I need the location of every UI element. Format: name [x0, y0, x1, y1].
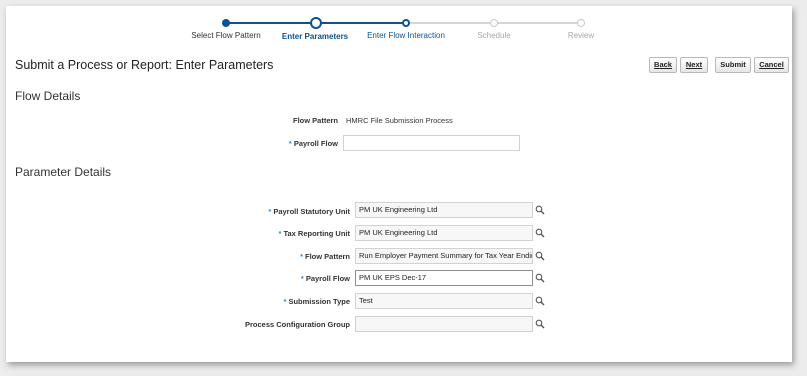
train-label-select-flow-pattern[interactable]: Select Flow Pattern — [191, 31, 260, 40]
train-label-review: Review — [567, 31, 595, 40]
submission-type-input[interactable]: Test — [355, 293, 533, 309]
required-marker: * — [268, 207, 272, 216]
magnifier-icon[interactable] — [535, 205, 545, 215]
payroll-flow-input[interactable] — [343, 135, 520, 151]
required-marker: * — [283, 297, 287, 306]
train-stop-select-flow-pattern[interactable] — [222, 19, 230, 27]
submission-type-label: * Submission Type — [283, 297, 350, 306]
train-stop-schedule — [490, 19, 498, 27]
train-line-done — [226, 22, 316, 24]
train-label-schedule: Schedule — [477, 31, 511, 40]
train-label-enter-flow-interaction[interactable]: Enter Flow Interaction — [367, 31, 445, 40]
train-stop-review — [577, 19, 585, 27]
process-configuration-group-label: Process Configuration Group — [244, 320, 350, 329]
required-marker: * — [278, 229, 282, 238]
payroll-statutory-unit-input[interactable]: PM UK Engineering Ltd — [355, 202, 533, 218]
submit-button[interactable]: Submit — [715, 57, 751, 73]
magnifier-icon[interactable] — [535, 228, 545, 238]
process-configuration-group-input[interactable] — [355, 316, 533, 332]
tax-reporting-unit-input[interactable]: PM UK Engineering Ltd — [355, 225, 533, 241]
back-button[interactable]: Back — [649, 57, 677, 73]
flow-pattern-param-label: * Flow Pattern — [300, 252, 350, 261]
flow-details-heading: Flow Details — [15, 89, 81, 103]
flow-pattern-input[interactable]: Run Employer Payment Summary for Tax Yea… — [355, 248, 533, 264]
train-line-next — [316, 22, 406, 24]
page-title: Submit a Process or Report: Enter Parame… — [15, 58, 274, 72]
magnifier-icon[interactable] — [535, 296, 545, 306]
magnifier-icon[interactable] — [535, 319, 545, 329]
train-stop-enter-flow-interaction[interactable] — [402, 19, 410, 27]
required-marker: * — [288, 139, 292, 148]
payroll-flow-label: * Payroll Flow — [288, 139, 338, 148]
required-marker: * — [300, 252, 303, 261]
cancel-button[interactable]: Cancel — [754, 57, 789, 73]
train-stop-enter-parameters — [310, 17, 322, 29]
payroll-flow-param-input[interactable]: PM UK EPS Dec-17 — [355, 270, 533, 286]
process-train: Select Flow Pattern Enter Parameters Ent… — [6, 6, 792, 54]
magnifier-icon[interactable] — [535, 251, 545, 261]
tax-reporting-unit-label: * Tax Reporting Unit — [278, 229, 350, 238]
payroll-statutory-unit-label: * Payroll Statutory Unit — [268, 207, 350, 216]
magnifier-icon[interactable] — [535, 273, 545, 283]
train-label-enter-parameters: Enter Parameters — [281, 32, 349, 41]
required-marker: * — [300, 274, 304, 283]
flow-pattern-label: Flow Pattern — [292, 116, 338, 125]
flow-pattern-value: HMRC File Submission Process — [346, 116, 453, 125]
payroll-flow-param-label: * Payroll Flow — [300, 274, 350, 283]
parameter-details-heading: Parameter Details — [15, 165, 112, 179]
next-button[interactable]: Next — [680, 57, 708, 73]
window-frame: Select Flow Pattern Enter Parameters Ent… — [6, 6, 792, 362]
